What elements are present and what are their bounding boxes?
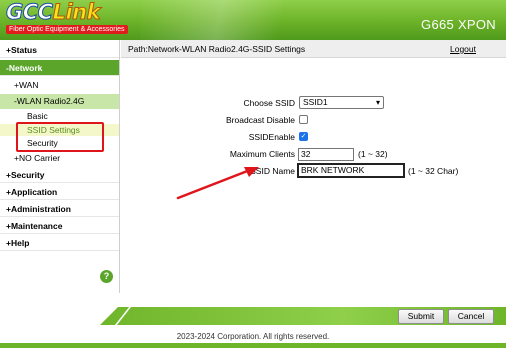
choose-ssid-select[interactable]: SSID1 ▾ — [299, 96, 384, 109]
max-clients-label: Maximum Clients — [229, 149, 295, 159]
cancel-button[interactable]: Cancel — [448, 309, 494, 324]
sidebar-item-network[interactable]: -Network — [0, 60, 119, 76]
broadcast-disable-label: Broadcast Disable — [226, 115, 295, 125]
ssid-enable-checkbox[interactable]: ✓ — [299, 132, 308, 141]
sidebar-item-basic[interactable]: Basic — [0, 110, 119, 122]
brand-logo: GCCLink Fiber Optic Equipment & Accessor… — [6, 1, 128, 34]
sidebar-item-security[interactable]: +Security — [0, 168, 119, 183]
help-icon[interactable]: ? — [100, 270, 113, 283]
ssid-name-input[interactable]: BRK NETWORK — [297, 163, 405, 178]
sidebar-item-maintenance[interactable]: +Maintenance — [0, 219, 119, 234]
sidebar-nav: +Status -Network +WAN -WLAN Radio2.4G Ba… — [0, 40, 120, 293]
logout-link[interactable]: Logout — [450, 40, 476, 58]
sidebar-item-wlan-radio[interactable]: -WLAN Radio2.4G — [0, 94, 119, 109]
breadcrumb: Path:Network-WLAN Radio2.4G-SSID Setting… — [121, 40, 506, 58]
footer-stripe — [100, 306, 506, 326]
max-clients-input[interactable]: 32 — [298, 148, 354, 161]
choose-ssid-value: SSID1 — [303, 97, 328, 107]
header-sheen — [140, 0, 340, 40]
footer-bottom-line — [0, 343, 506, 348]
sidebar-item-wan[interactable]: +WAN — [0, 79, 119, 92]
sidebar-item-help[interactable]: +Help — [0, 236, 119, 251]
copyright-text: 2023-2024 Corporation. All rights reserv… — [176, 332, 330, 341]
sidebar-item-application[interactable]: +Application — [0, 185, 119, 200]
max-clients-range: (1 ~ 32) — [358, 149, 388, 159]
breadcrumb-path: Path:Network-WLAN Radio2.4G-SSID Setting… — [128, 44, 306, 54]
header-banner: GCCLink Fiber Optic Equipment & Accessor… — [0, 0, 506, 40]
submit-button[interactable]: Submit — [398, 309, 444, 324]
broadcast-disable-checkbox[interactable] — [299, 115, 308, 124]
sidebar-item-administration[interactable]: +Administration — [0, 202, 119, 217]
ssid-enable-label: SSIDEnable — [248, 132, 295, 142]
device-model: G665 XPON — [421, 17, 496, 32]
annotation-arrow — [176, 167, 259, 200]
sidebar-item-status[interactable]: +Status — [0, 43, 119, 58]
chevron-down-icon: ▾ — [375, 98, 380, 107]
sidebar-item-no-carrier[interactable]: +NO Carrier — [0, 152, 119, 165]
choose-ssid-label: Choose SSID — [243, 98, 296, 108]
brand-name: GCCLink — [6, 0, 102, 24]
annotation-highlight-box — [16, 122, 104, 152]
ssid-name-range: (1 ~ 32 Char) — [408, 166, 459, 176]
brand-tagline: Fiber Optic Equipment & Accessories — [6, 25, 128, 34]
